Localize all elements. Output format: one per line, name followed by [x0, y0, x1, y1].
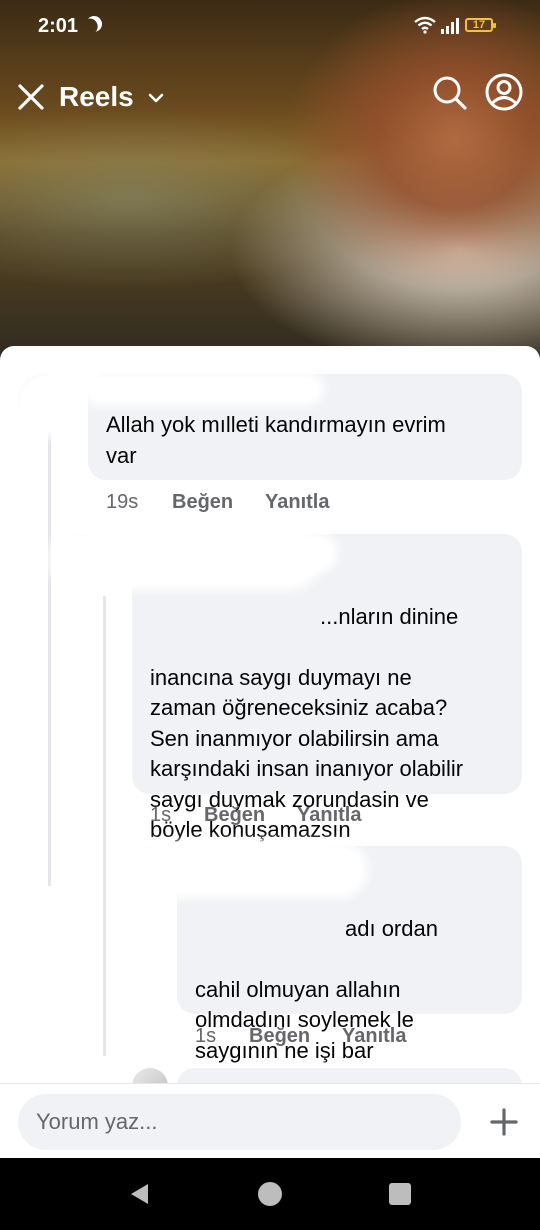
search-icon[interactable]: [431, 74, 469, 112]
comment-time: 1s: [195, 1025, 217, 1047]
chevron-down-icon[interactable]: [148, 90, 164, 106]
like-button[interactable]: Beğen: [204, 804, 265, 827]
redacted-overlay: [122, 848, 362, 892]
close-icon[interactable]: [16, 82, 46, 112]
thread-line: [103, 596, 106, 1056]
comment-text: Allah yok mılleti kandırmayın evrim var: [106, 412, 446, 468]
status-time: 2:01: [38, 15, 79, 37]
comment-composer: [0, 1083, 540, 1159]
like-button[interactable]: Beğen: [172, 491, 233, 514]
wifi-icon: [414, 16, 436, 34]
recents-icon[interactable]: [389, 1183, 411, 1205]
reply-button[interactable]: Yanıtla: [297, 804, 361, 827]
back-icon[interactable]: [128, 1182, 152, 1206]
profile-icon[interactable]: [484, 72, 524, 112]
battery-level: 17: [472, 19, 486, 31]
comment-meta: 19s Beğen Yanıtla: [106, 491, 406, 517]
status-bar: 2:01 17: [0, 0, 540, 54]
redacted-overlay: [54, 536, 314, 584]
redacted-name: [88, 378, 318, 400]
comment-meta: 1s Beğen Yanıtla: [150, 804, 450, 830]
battery-icon: 17: [465, 18, 496, 32]
reels-title[interactable]: Reels: [59, 81, 134, 113]
comments-sheet: Allah yok mılleti kandırmayın evrim var …: [0, 346, 540, 1158]
comment-time: 19s: [106, 491, 139, 513]
comment-meta: 1s Beğen Yanıtla: [195, 1025, 495, 1051]
reply-button[interactable]: Yanıtla: [265, 491, 329, 514]
comment-text-line1: adı ordan: [345, 915, 438, 941]
reel-video-background[interactable]: [0, 0, 540, 360]
redacted-overlay: [20, 376, 75, 431]
like-button[interactable]: Beğen: [249, 1025, 310, 1048]
comment-text-line1: ...nların dinine: [320, 603, 459, 629]
thread-line: [48, 406, 51, 886]
signal-icon: [441, 18, 459, 34]
comment-input[interactable]: [18, 1094, 461, 1150]
comment-time: 1s: [150, 804, 172, 826]
reels-header: Reels: [0, 70, 540, 126]
reply-button[interactable]: Yanıtla: [342, 1025, 406, 1048]
system-nav-bar: [0, 1158, 540, 1230]
comment-bubble[interactable]: Allah yok mılleti kandırmayın evrim var: [88, 374, 522, 480]
moon-icon: [83, 13, 105, 35]
plus-icon[interactable]: [490, 1108, 518, 1136]
home-icon[interactable]: [258, 1182, 282, 1206]
